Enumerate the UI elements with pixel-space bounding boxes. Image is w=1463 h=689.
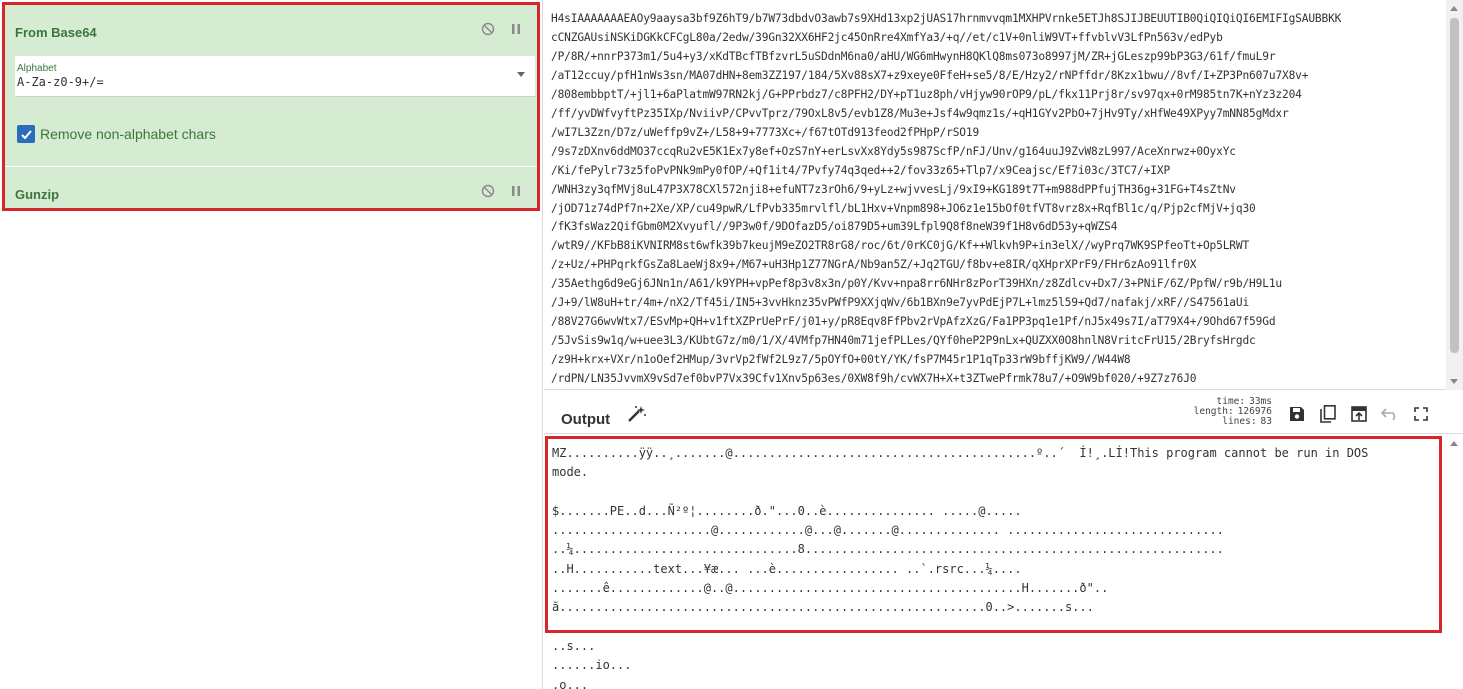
- undo-icon: [1381, 408, 1396, 421]
- input-line: /z+Uz/+PHPqrkfGsZa8LaeWj8x9+/M67+uH3Hp1Z…: [551, 258, 1197, 272]
- disable-icon[interactable]: [481, 184, 495, 198]
- input-line: /9s7zDXnv6ddMO37ccqRu2vE5K1Ex7y8ef+OzS7n…: [551, 144, 1236, 158]
- output-pane[interactable]: MZ..........ÿÿ..¸.......@...............…: [544, 435, 1463, 689]
- output-toolbar: [1288, 405, 1430, 423]
- input-line: /J+9/lW8uH+tr/4m+/nX2/Tf45i/IN5+3vvHknz3…: [551, 296, 1250, 310]
- remove-nonalpha-label: Remove non-alphabet chars: [40, 126, 216, 142]
- fullscreen-icon: [1414, 407, 1428, 421]
- input-line: /fK3fsWaz2QifGbm0M2Xvyufl//9P3w0f/9DOfaz…: [551, 220, 1118, 234]
- input-pane[interactable]: H4sIAAAAAAAEAOy9aaysa3bf9Z6hT9/b7W73dbdv…: [544, 0, 1463, 390]
- input-line: cCNZGAUsiNSKiDGKkCFCgL80a/2edw/39Gn32XX6…: [551, 30, 1223, 44]
- pause-icon[interactable]: [509, 22, 523, 36]
- output-highlight-box: [545, 436, 1442, 633]
- disable-icon[interactable]: [481, 22, 495, 36]
- input-line: /jOD71z74dPf7n+2Xe/XP/cu49pwR/LfPvb335mr…: [551, 201, 1256, 215]
- input-line: /aT12ccuy/pfH1nWs3sn/MA07dHN+8em3ZZ197/1…: [551, 68, 1309, 82]
- operation-controls: [481, 22, 523, 36]
- alphabet-label: Alphabet: [17, 63, 57, 74]
- operation-gunzip[interactable]: Gunzip: [5, 167, 537, 208]
- alphabet-value: A-Za-z0-9+/=: [17, 75, 104, 89]
- save-button[interactable]: [1288, 405, 1306, 423]
- remove-nonalpha-checkbox[interactable]: [17, 125, 35, 143]
- operation-title: Gunzip: [15, 187, 60, 202]
- move-to-input-icon: [1351, 406, 1367, 422]
- chevron-down-icon[interactable]: [517, 72, 525, 77]
- copy-button[interactable]: [1319, 405, 1337, 423]
- operation-controls: [481, 184, 523, 198]
- recipe-panel: From Base64 Alphabet A-Za-z0-9+/= Remove…: [0, 0, 543, 689]
- input-line: /rdPN/LN35JvvmX9vSd7ef0bvP7Vx39Cfv1Xnv5p…: [551, 372, 1197, 386]
- input-line: /35Aethg6d9eGj6JNn1n/A61/k9YPH+vpPef8p3v…: [551, 277, 1282, 291]
- input-line: /808embbptT/+jl1+6aPlatmW97RN2kj/G+PPrbd…: [551, 87, 1302, 101]
- copy-icon: [1320, 405, 1336, 423]
- remove-nonalpha-option[interactable]: Remove non-alphabet chars: [17, 125, 216, 143]
- output-stats: time: 33ms length: 126976 lines: 83: [1180, 397, 1272, 427]
- output-scrollbar[interactable]: [1446, 435, 1463, 689]
- operation-title: From Base64: [15, 25, 97, 40]
- output-line: ......io...: [552, 658, 632, 673]
- input-textarea[interactable]: H4sIAAAAAAAEAOy9aaysa3bf9Z6hT9/b7W73dbdv…: [551, 10, 1441, 388]
- input-line: /wI7L3Zzn/D7z/uWeffp9vZ+/L58+9+7773Xc+/f…: [551, 125, 980, 139]
- scrollbar-thumb[interactable]: [1450, 18, 1459, 353]
- replace-input-button[interactable]: [1350, 405, 1368, 423]
- input-line: /wtR9//KFbB8iKVNIRM8st6wfk39b7keujM9eZO2…: [551, 239, 1250, 253]
- pause-icon[interactable]: [509, 184, 523, 198]
- input-line: /88V27G6wvWtx7/ESvMp+QH+v1ftXZPrUePrF/j0…: [551, 315, 1276, 329]
- scroll-down-icon[interactable]: [1450, 379, 1458, 384]
- recipe-highlight-box: From Base64 Alphabet A-Za-z0-9+/= Remove…: [2, 2, 540, 211]
- checkmark-icon: [20, 129, 32, 139]
- input-scrollbar[interactable]: [1446, 0, 1463, 390]
- magic-wand-icon[interactable]: [627, 405, 647, 423]
- input-line: /WNH3zy3qfMVj8uL47P3X78CXl572nji8+efuNT7…: [551, 182, 1236, 196]
- input-line: H4sIAAAAAAAEAOy9aaysa3bf9Z6hT9/b7W73dbdv…: [551, 12, 1342, 25]
- lines-label: lines:: [1222, 416, 1257, 427]
- output-header: Output time: 33ms length: 126976 lines: 83: [544, 391, 1463, 434]
- scroll-up-icon[interactable]: [1450, 441, 1458, 446]
- save-icon: [1290, 407, 1304, 421]
- input-line: /Ki/fePylr73z5foPvPNk9mPy0fOP/+Qf1it4/7P…: [551, 163, 1171, 177]
- operation-from-base64[interactable]: From Base64 Alphabet A-Za-z0-9+/= Remove…: [5, 5, 537, 166]
- maximise-button[interactable]: [1412, 405, 1430, 423]
- input-line: /z9H+krx+VXr/n1oOef2HMup/3vrVp2fWf2L9z7/…: [551, 353, 1131, 367]
- output-title: Output: [561, 411, 611, 428]
- alphabet-select[interactable]: Alphabet A-Za-z0-9+/=: [15, 56, 535, 97]
- scroll-up-icon[interactable]: [1450, 6, 1458, 11]
- output-line: ..s...: [552, 638, 596, 653]
- input-line: /ff/yvDWfvyftPz35IXp/NviivP/CPvvTprz/79O…: [551, 106, 1289, 120]
- undo-button[interactable]: [1381, 405, 1399, 423]
- input-line: /5JvSis9w1q/w+uee3L3/KUbtG7z/m0/1/X/4VMf…: [551, 334, 1256, 348]
- lines-value: 83: [1260, 416, 1272, 427]
- output-line: .o...: [552, 677, 589, 689]
- input-line: /P/8R/+nnrP373m1/5u4+y3/xKdTBcfTBfzvrL5u…: [551, 49, 1276, 63]
